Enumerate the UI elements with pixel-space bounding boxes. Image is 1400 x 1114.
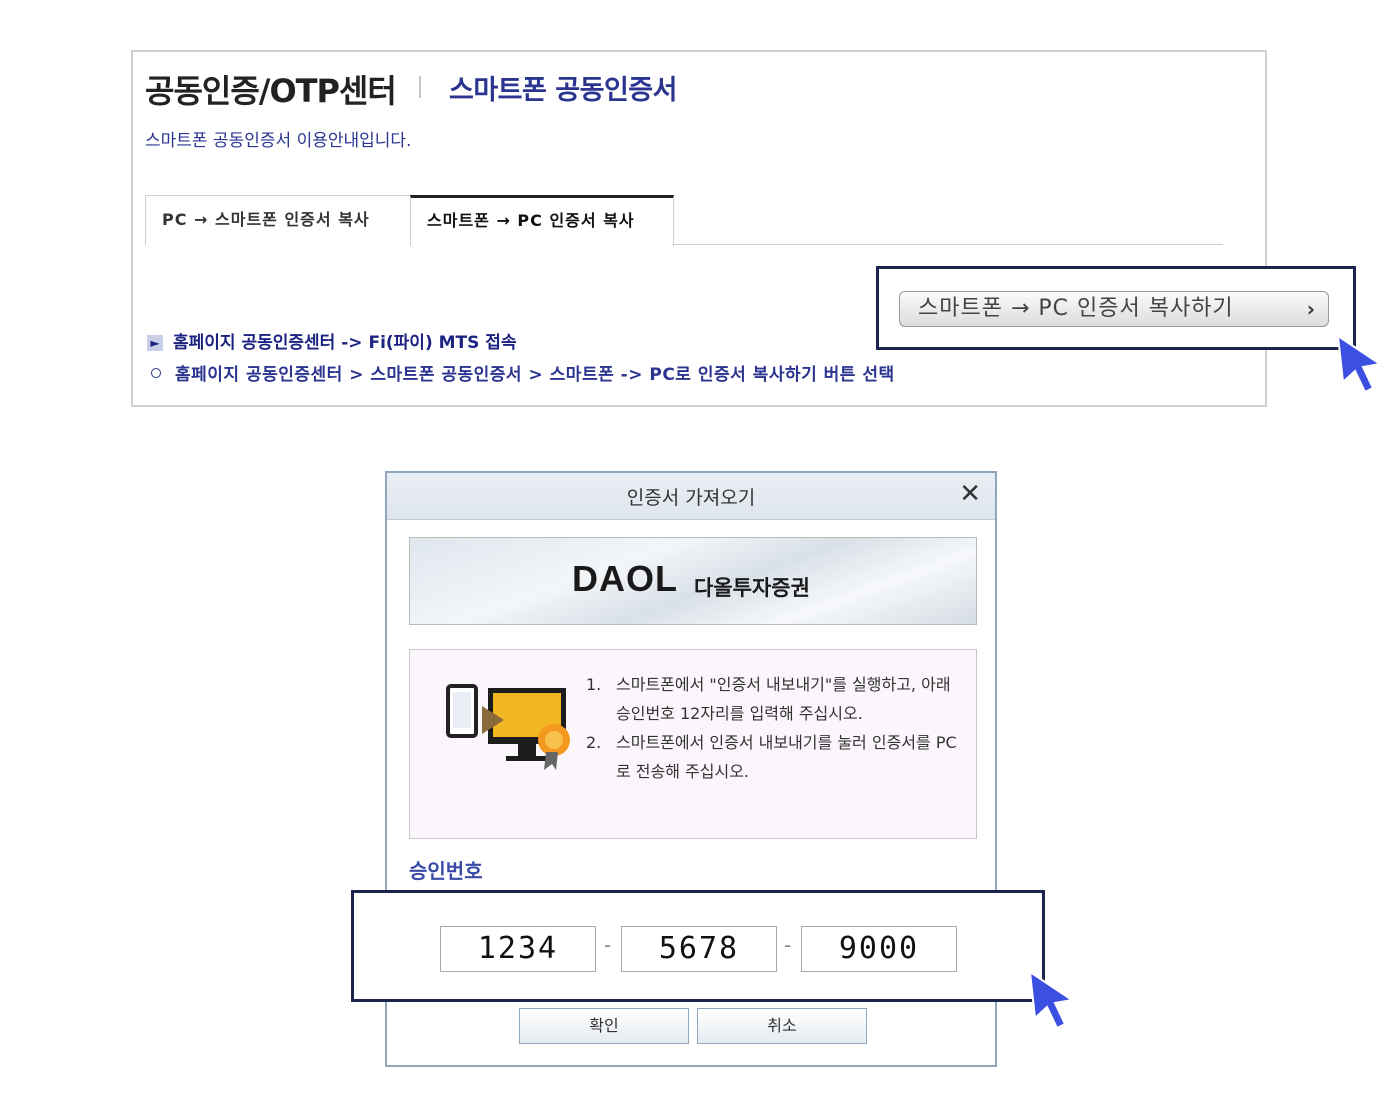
circle-bullet-icon — [151, 368, 161, 378]
dialog-header: 인증서 가져오기 ✕ — [387, 473, 995, 520]
path-secondary: 홈페이지 공동인증센터 > 스마트폰 공동인증서 > 스마트폰 -> PC로 인… — [151, 360, 895, 385]
copy-button-label: 스마트폰 → PC 인증서 복사하기 — [918, 296, 1234, 321]
step-text: 스마트폰에서 "인증서 내보내기"를 실행하고, 아래 승인번호 12자리를 입… — [616, 675, 951, 723]
cert-center-panel: 공동인증/OTP센터 스마트폰 공동인증서 스마트폰 공동인증서 이용안내입니다… — [131, 50, 1267, 407]
close-icon[interactable]: ✕ — [959, 479, 981, 509]
brand-name: 다올투자증권 — [694, 576, 810, 600]
tab-pc-to-smartphone[interactable]: PC → 스마트폰 인증서 복사 — [145, 195, 411, 245]
instruction-step: 2. 스마트폰에서 인증서 내보내기를 눌러 인증서를 PC로 전송해 주십시오. — [586, 728, 966, 786]
instruction-box: 1. 스마트폰에서 "인증서 내보내기"를 실행하고, 아래 승인번호 12자리를… — [409, 649, 977, 839]
tab-smartphone-to-pc[interactable]: 스마트폰 → PC 인증서 복사 — [410, 195, 674, 246]
smartphone-to-pc-certificate-icon — [446, 684, 570, 770]
step-text: 스마트폰에서 인증서 내보내기를 눌러 인증서를 PC로 전송해 주십시오. — [616, 733, 957, 781]
step-number: 1. — [586, 675, 602, 694]
code-separator: - — [784, 933, 792, 957]
arrow-bullet-icon: ► — [147, 335, 163, 351]
approval-number-callout: 1234 - 5678 - 9000 — [351, 890, 1045, 1002]
path-primary: ► 홈페이지 공동인증센터 -> Fi(파이) MTS 접속 — [147, 328, 517, 353]
approval-code-field-1[interactable]: 1234 — [440, 926, 596, 972]
brand-logo: DAOL — [572, 558, 678, 599]
brand-banner: DAOL 다올투자증권 — [409, 537, 977, 625]
tab-bar: PC → 스마트폰 인증서 복사 스마트폰 → PC 인증서 복사 — [145, 195, 1223, 246]
approval-code-field-2[interactable]: 5678 — [621, 926, 777, 972]
cancel-button[interactable]: 취소 — [697, 1008, 867, 1044]
pointer-cursor-icon — [1336, 334, 1383, 394]
step-number: 2. — [586, 733, 602, 752]
approval-number-label: 승인번호 — [409, 859, 483, 883]
approval-code-field-3[interactable]: 9000 — [801, 926, 957, 972]
pointer-cursor-icon — [1028, 970, 1075, 1030]
code-separator: - — [604, 933, 612, 957]
title-divider — [419, 76, 421, 98]
page-title: 공동인증/OTP센터 — [145, 72, 397, 110]
smartphone-to-pc-copy-button[interactable]: 스마트폰 → PC 인증서 복사하기 › — [899, 291, 1329, 327]
chevron-right-icon: › — [1306, 297, 1316, 321]
path-secondary-text: 홈페이지 공동인증센터 > 스마트폰 공동인증서 > 스마트폰 -> PC로 인… — [175, 365, 895, 385]
dialog-title: 인증서 가져오기 — [626, 487, 756, 509]
path-primary-text: 홈페이지 공동인증센터 -> Fi(파이) MTS 접속 — [173, 333, 517, 353]
page-description: 스마트폰 공동인증서 이용안내입니다. — [145, 131, 412, 151]
copy-button-callout: 스마트폰 → PC 인증서 복사하기 › — [876, 266, 1356, 350]
instruction-step: 1. 스마트폰에서 "인증서 내보내기"를 실행하고, 아래 승인번호 12자리를… — [586, 670, 966, 728]
instruction-steps: 1. 스마트폰에서 "인증서 내보내기"를 실행하고, 아래 승인번호 12자리를… — [586, 670, 966, 786]
page-subtitle: 스마트폰 공동인증서 — [449, 75, 677, 106]
confirm-button[interactable]: 확인 — [519, 1008, 689, 1044]
